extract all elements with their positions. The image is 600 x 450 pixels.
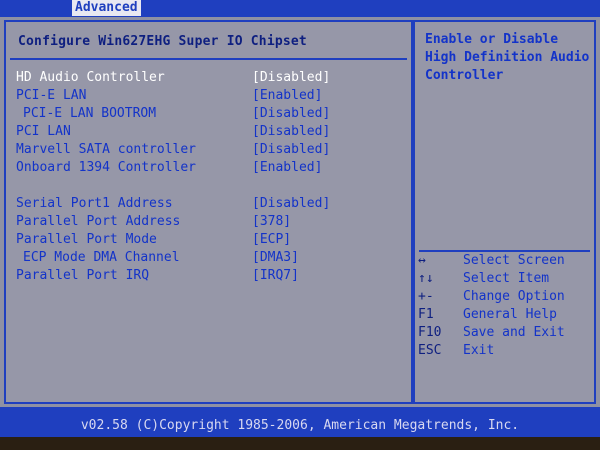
- settings-panel: Configure Win627EHG Super IO Chipset HD …: [4, 20, 413, 404]
- option-label: ECP Mode DMA Channel: [23, 250, 180, 265]
- title-divider: [10, 58, 407, 60]
- option-hd-audio-controller[interactable]: HD Audio Controller [Disabled]: [16, 69, 406, 87]
- option-label: PCI-E LAN BOOTROM: [23, 106, 157, 121]
- menu-bar: Advanced: [0, 0, 600, 17]
- key-hint-exit: ESC Exit: [415, 342, 594, 360]
- key-hint-save-exit: F10 Save and Exit: [415, 324, 594, 342]
- option-label: PCI-E LAN: [16, 88, 87, 103]
- option-marvell-sata-controller[interactable]: Marvell SATA controller [Disabled]: [16, 141, 406, 159]
- tab-advanced[interactable]: Advanced: [72, 0, 141, 16]
- help-line: High Definition Audio: [425, 50, 590, 65]
- option-onboard-1394-controller[interactable]: Onboard 1394 Controller [Enabled]: [16, 159, 406, 177]
- key-description: General Help: [463, 307, 557, 322]
- option-label: Parallel Port Mode: [16, 232, 157, 247]
- footer-bar: v02.58 (C)Copyright 1985-2006, American …: [0, 407, 600, 437]
- help-line: Enable or Disable: [425, 32, 559, 47]
- key-f10: F10: [418, 325, 442, 340]
- option-label: Parallel Port IRQ: [16, 268, 150, 283]
- panel-title: Configure Win627EHG Super IO Chipset: [18, 34, 307, 49]
- option-value[interactable]: [378]: [252, 213, 291, 231]
- key-description: Save and Exit: [463, 325, 565, 340]
- copyright-text: v02.58 (C)Copyright 1985-2006, American …: [80, 418, 520, 433]
- key-hint-select-item: ↑↓ Select Item: [415, 270, 594, 288]
- key-esc: ESC: [418, 343, 442, 358]
- help-panel: Enable or Disable High Definition Audio …: [413, 20, 596, 404]
- option-value[interactable]: [Disabled]: [252, 141, 330, 159]
- option-value[interactable]: [Disabled]: [252, 105, 330, 123]
- option-value[interactable]: [Disabled]: [252, 69, 330, 87]
- key-description: Change Option: [463, 289, 565, 304]
- key-f1: F1: [418, 307, 434, 322]
- option-label: HD Audio Controller: [16, 70, 165, 85]
- option-label: Parallel Port Address: [16, 214, 181, 229]
- option-parallel-port-mode[interactable]: Parallel Port Mode [ECP]: [16, 231, 406, 249]
- option-value[interactable]: [Disabled]: [252, 123, 330, 141]
- key-hint-change-option: +- Change Option: [415, 288, 594, 306]
- option-pcie-lan-bootrom[interactable]: PCI-E LAN BOOTROM [Disabled]: [16, 105, 406, 123]
- key-description: Exit: [463, 343, 495, 358]
- key-description: Select Item: [463, 271, 550, 286]
- key-description: Select Screen: [463, 253, 565, 268]
- bios-screen: Advanced Configure Win627EHG Super IO Ch…: [0, 0, 600, 450]
- option-parallel-port-irq[interactable]: Parallel Port IRQ [IRQ7]: [16, 267, 406, 285]
- help-description: Enable or Disable High Definition Audio …: [425, 31, 590, 85]
- option-label: Marvell SATA controller: [16, 142, 197, 157]
- up-down-arrow-icon: ↑↓: [418, 271, 434, 286]
- help-line: Controller: [425, 68, 504, 83]
- option-serial-port1-address[interactable]: Serial Port1 Address [Disabled]: [16, 195, 406, 213]
- option-label: PCI LAN: [16, 124, 71, 139]
- option-value[interactable]: [Disabled]: [252, 195, 330, 213]
- option-value[interactable]: [Enabled]: [252, 87, 322, 105]
- option-value[interactable]: [DMA3]: [252, 249, 299, 267]
- option-value[interactable]: [ECP]: [252, 231, 291, 249]
- key-plus-minus: +-: [418, 289, 434, 304]
- left-right-arrow-icon: ↔: [418, 253, 426, 268]
- option-pcie-lan[interactable]: PCI-E LAN [Enabled]: [16, 87, 406, 105]
- key-hint-select-screen: ↔ Select Screen: [415, 252, 594, 270]
- key-hint-general-help: F1 General Help: [415, 306, 594, 324]
- monitor-bezel-edge: [0, 437, 600, 450]
- option-ecp-mode-dma-channel[interactable]: ECP Mode DMA Channel [DMA3]: [16, 249, 406, 267]
- option-parallel-port-address[interactable]: Parallel Port Address [378]: [16, 213, 406, 231]
- option-pci-lan[interactable]: PCI LAN [Disabled]: [16, 123, 406, 141]
- option-value[interactable]: [IRQ7]: [252, 267, 299, 285]
- option-value[interactable]: [Enabled]: [252, 159, 322, 177]
- option-label: Serial Port1 Address: [16, 196, 173, 211]
- option-label: Onboard 1394 Controller: [16, 160, 197, 175]
